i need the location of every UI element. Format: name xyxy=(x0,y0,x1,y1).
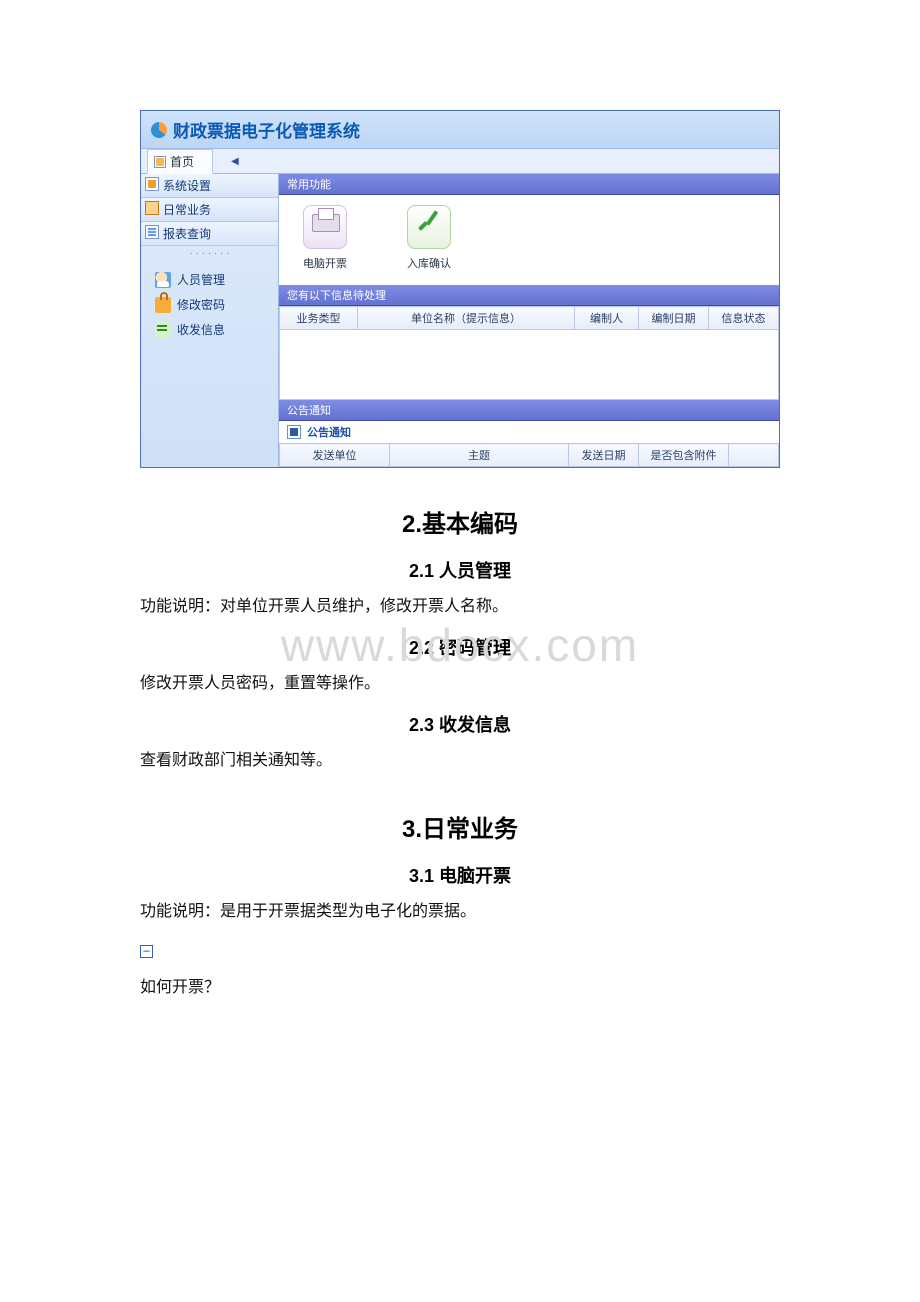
paragraph: 修改开票人员密码，重置等操作。 xyxy=(140,670,780,697)
table-header-row: 发送单位 主题 发送日期 是否包含附件 xyxy=(280,444,779,467)
shortcut-label: 入库确认 xyxy=(397,255,461,271)
tab-strip: 首页 ◀ xyxy=(141,149,779,174)
sidebar: 系统设置 日常业务 报表查询 · · · · · · · 人员管理 xyxy=(141,174,279,467)
app-screenshot: 财政票据电子化管理系统 首页 ◀ 系统设置 日常业务 报 xyxy=(140,110,780,468)
paragraph: 功能说明：是用于开票据类型为电子化的票据。 xyxy=(140,898,780,925)
col-attach: 是否包含附件 xyxy=(639,444,729,467)
col-status: 信息状态 xyxy=(709,307,779,330)
sidebar-item-label: 收发信息 xyxy=(177,321,225,338)
sidebar-item-people[interactable]: 人员管理 xyxy=(141,267,278,292)
heading-2-3: 2.3 收发信息 xyxy=(140,711,780,737)
sidebar-separator: · · · · · · · xyxy=(141,246,278,261)
main-area: 常用功能 电脑开票 入库确认 您有以下信息待处理 xyxy=(279,174,779,467)
panel-head-pending: 您有以下信息待处理 xyxy=(279,285,779,306)
collapse-icon[interactable]: − xyxy=(140,945,153,958)
paragraph: 查看财政部门相关通知等。 xyxy=(140,747,780,774)
app-titlebar: 财政票据电子化管理系统 xyxy=(141,111,779,149)
table-header-row: 业务类型 单位名称（提示信息） 编制人 编制日期 信息状态 xyxy=(280,307,779,330)
notice-icon xyxy=(287,425,301,439)
sidebar-group-label: 报表查询 xyxy=(163,227,211,241)
sidebar-item-message[interactable]: 收发信息 xyxy=(141,317,278,342)
heading-3: 3.日常业务 xyxy=(140,809,780,844)
paragraph: 如何开票？ xyxy=(140,974,780,1001)
app-logo-icon xyxy=(151,122,167,138)
col-unit: 单位名称（提示信息） xyxy=(358,307,575,330)
tab-home-label: 首页 xyxy=(170,153,194,170)
app-title: 财政票据电子化管理系统 xyxy=(173,117,360,142)
heading-2-2: 2.2 密码管理 xyxy=(140,634,780,660)
printer-icon xyxy=(303,205,347,249)
heading-3-1: 3.1 电脑开票 xyxy=(140,862,780,888)
heading-2-1: 2.1 人员管理 xyxy=(140,557,780,583)
message-icon xyxy=(155,322,171,338)
lock-icon xyxy=(155,297,171,313)
home-icon xyxy=(154,156,166,168)
sidebar-group-label: 日常业务 xyxy=(163,203,211,217)
col-subject: 主题 xyxy=(390,444,569,467)
col-send-unit: 发送单位 xyxy=(280,444,390,467)
settings-icon xyxy=(145,177,159,191)
announce-link[interactable]: 公告通知 xyxy=(307,424,351,440)
document-body: 2.基本编码 2.1 人员管理 功能说明：对单位开票人员维护，修改开票人名称。 … xyxy=(140,468,780,1001)
col-blank xyxy=(729,444,779,467)
pending-table-body xyxy=(279,330,779,400)
pending-table: 业务类型 单位名称（提示信息） 编制人 编制日期 信息状态 xyxy=(279,306,779,330)
shortcut-label: 电脑开票 xyxy=(293,255,357,271)
panel-head-announce: 公告通知 xyxy=(279,400,779,421)
col-author: 编制人 xyxy=(575,307,639,330)
paragraph: 功能说明：对单位开票人员维护，修改开票人名称。 xyxy=(140,593,780,620)
announce-table: 发送单位 主题 发送日期 是否包含附件 xyxy=(279,443,779,467)
sidebar-item-password[interactable]: 修改密码 xyxy=(141,292,278,317)
collapse-sidebar-icon[interactable]: ◀ xyxy=(231,156,239,167)
col-date: 编制日期 xyxy=(639,307,709,330)
report-icon xyxy=(145,225,159,239)
sidebar-group-settings[interactable]: 系统设置 xyxy=(141,174,278,198)
shortcut-confirm[interactable]: 入库确认 xyxy=(397,205,461,271)
sidebar-group-daily[interactable]: 日常业务 xyxy=(141,198,278,222)
panel-head-common: 常用功能 xyxy=(279,174,779,195)
tab-home[interactable]: 首页 xyxy=(147,149,213,174)
daily-icon xyxy=(145,201,159,215)
heading-2: 2.基本编码 xyxy=(140,504,780,539)
sidebar-item-label: 修改密码 xyxy=(177,296,225,313)
sidebar-group-report[interactable]: 报表查询 xyxy=(141,222,278,246)
shortcut-print[interactable]: 电脑开票 xyxy=(293,205,357,271)
people-icon xyxy=(155,272,171,288)
sidebar-group-label: 系统设置 xyxy=(163,179,211,193)
col-send-date: 发送日期 xyxy=(569,444,639,467)
col-type: 业务类型 xyxy=(280,307,358,330)
checkmark-icon xyxy=(407,205,451,249)
sidebar-item-label: 人员管理 xyxy=(177,271,225,288)
